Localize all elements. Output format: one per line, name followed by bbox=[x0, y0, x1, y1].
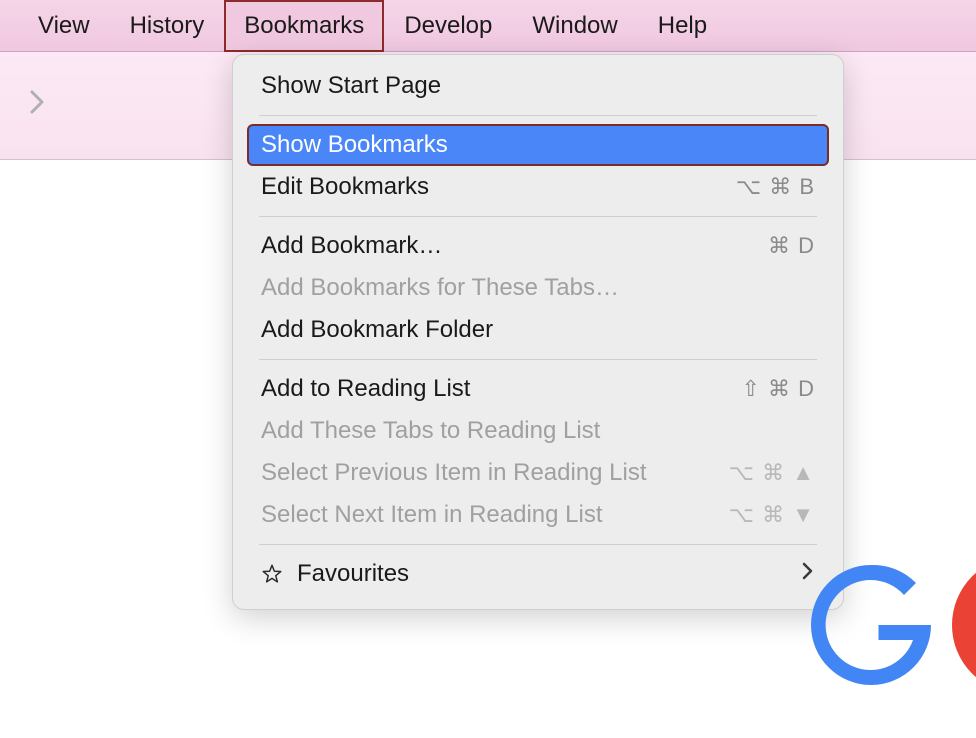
menu-item-select-next-reading: Select Next Item in Reading List ⌥ ⌘ ▼ bbox=[247, 494, 829, 536]
menu-item-label: Add Bookmark Folder bbox=[261, 316, 493, 344]
menu-window[interactable]: Window bbox=[512, 0, 637, 52]
menubar: View History Bookmarks Develop Window He… bbox=[0, 0, 976, 52]
menu-item-edit-bookmarks[interactable]: Edit Bookmarks ⌥ ⌘ B bbox=[247, 166, 829, 208]
google-g-icon bbox=[796, 550, 946, 700]
menu-item-label: Select Next Item in Reading List bbox=[261, 501, 603, 529]
menu-shortcut: ⌥ ⌘ ▼ bbox=[729, 502, 815, 528]
menu-shortcut: ⇧ ⌘ D bbox=[741, 376, 815, 402]
menu-item-add-reading-list[interactable]: Add to Reading List ⇧ ⌘ D bbox=[247, 368, 829, 410]
menu-history[interactable]: History bbox=[110, 0, 225, 52]
menu-item-label: Add These Tabs to Reading List bbox=[261, 417, 600, 445]
menu-separator bbox=[259, 359, 817, 360]
google-o-icon bbox=[946, 550, 976, 700]
menu-shortcut: ⌘ D bbox=[768, 233, 815, 259]
menu-shortcut: ⌥ ⌘ B bbox=[736, 174, 815, 200]
star-icon bbox=[261, 563, 283, 585]
menu-bookmarks[interactable]: Bookmarks bbox=[224, 0, 384, 52]
menu-item-show-bookmarks[interactable]: Show Bookmarks bbox=[247, 124, 829, 166]
menu-item-add-bookmarks-tabs: Add Bookmarks for These Tabs… bbox=[247, 267, 829, 309]
menu-item-label: Add Bookmark… bbox=[261, 232, 442, 260]
menu-item-label: Edit Bookmarks bbox=[261, 173, 429, 201]
menu-item-label: Add to Reading List bbox=[261, 375, 470, 403]
menu-develop[interactable]: Develop bbox=[384, 0, 512, 52]
menu-item-favourites[interactable]: Favourites bbox=[247, 553, 829, 595]
menu-separator bbox=[259, 216, 817, 217]
menu-item-label: Favourites bbox=[297, 560, 409, 588]
menu-item-label: Show Start Page bbox=[261, 72, 441, 100]
menu-help[interactable]: Help bbox=[638, 0, 727, 52]
menu-item-add-bookmark-folder[interactable]: Add Bookmark Folder bbox=[247, 309, 829, 351]
menu-item-label: Add Bookmarks for These Tabs… bbox=[261, 274, 619, 302]
google-logo bbox=[796, 550, 976, 700]
menu-shortcut: ⌥ ⌘ ▲ bbox=[729, 460, 815, 486]
menu-separator bbox=[259, 544, 817, 545]
menu-item-label: Select Previous Item in Reading List bbox=[261, 459, 647, 487]
menu-view[interactable]: View bbox=[18, 0, 110, 52]
bookmarks-dropdown: Show Start Page Show Bookmarks Edit Book… bbox=[232, 54, 844, 610]
menu-item-label: Show Bookmarks bbox=[261, 131, 448, 159]
menu-item-add-bookmark[interactable]: Add Bookmark… ⌘ D bbox=[247, 225, 829, 267]
back-chevron-icon[interactable] bbox=[28, 88, 48, 123]
menu-item-show-start-page[interactable]: Show Start Page bbox=[247, 65, 829, 107]
menu-item-select-previous-reading: Select Previous Item in Reading List ⌥ ⌘… bbox=[247, 452, 829, 494]
menu-separator bbox=[259, 115, 817, 116]
menu-item-add-tabs-reading-list: Add These Tabs to Reading List bbox=[247, 410, 829, 452]
